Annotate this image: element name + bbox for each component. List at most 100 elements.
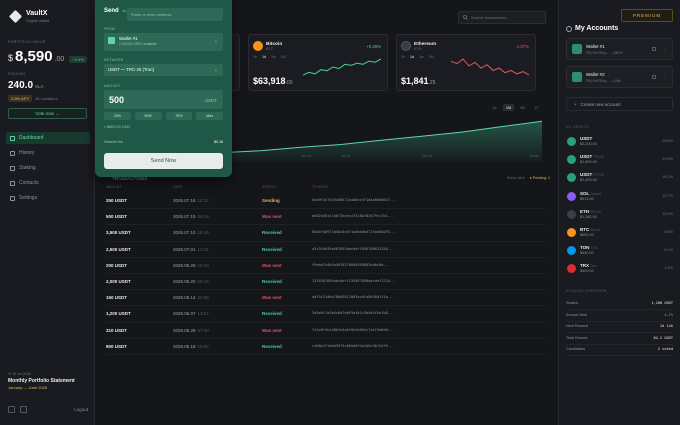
- asset-symbol: USDTERC20: [580, 172, 605, 178]
- tab-1h[interactable]: 1h: [401, 55, 405, 59]
- tab-1w[interactable]: 1w: [419, 55, 424, 59]
- tab-range-1m[interactable]: 1M: [503, 104, 514, 111]
- more-icon[interactable]: ⋮: [662, 74, 667, 80]
- asset-network: ERC20: [593, 173, 605, 178]
- sidebar-item-contacts[interactable]: Contacts: [6, 177, 90, 189]
- copy-icon[interactable]: [652, 47, 656, 51]
- asset-row[interactable]: ETHERC20 $1,382.00 15.9%: [566, 208, 673, 222]
- asset-network: Solana: [590, 191, 601, 196]
- amount-input[interactable]: 500 USDT: [104, 90, 223, 109]
- expand-icon[interactable]: [20, 406, 27, 413]
- send-icon[interactable]: [8, 406, 15, 413]
- card-ethereum[interactable]: Ethereum ETH -1.07% 1h 1d 1w 1M $1,841.25: [396, 34, 536, 91]
- create-account-button[interactable]: + Create new account: [566, 97, 673, 111]
- network-select[interactable]: USDT — TRC-20 (Tron) ⌄: [104, 64, 223, 76]
- recipient-address-input[interactable]: Paste or enter address: [127, 8, 223, 21]
- send-now-button[interactable]: Send Now: [104, 153, 223, 169]
- table-row[interactable]: 200 USDT 2026.06.29 16:33 Was sent f9ebd7c0b…: [106, 258, 546, 274]
- tx-time: 19:05: [197, 343, 209, 349]
- asset-row[interactable]: USDT $2,200.00 28.6%: [566, 135, 673, 149]
- tab-range-1w[interactable]: 1w: [489, 104, 500, 111]
- col-date: DATE: [173, 185, 183, 189]
- asset-row[interactable]: TRXTron $400.00 4.6%: [566, 262, 673, 276]
- col-status: STATUS: [262, 185, 276, 189]
- tx-time: 18:45: [197, 230, 209, 236]
- tx-amount: 2,000 USDT: [106, 278, 131, 284]
- wallet-icon: [108, 37, 115, 44]
- tx-pending[interactable]: ● Pending: 1: [530, 176, 550, 180]
- sidebar-item-staking[interactable]: Staking: [6, 162, 90, 174]
- copy-icon[interactable]: [652, 75, 656, 79]
- ethereum-sparkline: [451, 58, 529, 76]
- table-row[interactable]: 500 USDT 2026.07.15 09:18 Was sent de02a561c…: [106, 209, 546, 226]
- tx-hash[interactable]: a3c3f6b39e607892abcdef1056708812348...: [312, 247, 394, 251]
- premium-badge[interactable]: PREMIUM: [621, 9, 673, 22]
- table-row[interactable]: 800 USDT 2026.05.18 19:05 Received c4b8e2f1a…: [106, 339, 546, 355]
- apy-badge: 3.8% APY: [8, 95, 33, 102]
- logout-button[interactable]: Logout: [74, 407, 88, 412]
- tx-hash[interactable]: 0b5bfa0973d5bc0c5f1a4be0b4723ae85093...: [312, 230, 396, 234]
- tx-time: 09:18: [197, 214, 209, 220]
- sidebar-item-settings[interactable]: Settings: [6, 192, 90, 204]
- table-row[interactable]: 3,500 USDT 2026.07.10 18:45 Received 0b5bfa0…: [106, 225, 546, 242]
- card-bitcoin[interactable]: Bitcoin BTC +0.26% 1h 1d 1w 1M $63,918.00: [248, 34, 388, 91]
- table-row[interactable]: 2,500 USDT 2026.07.01 11:02 Received a3c3f6b…: [106, 242, 546, 258]
- tx-hash[interactable]: f9ebd7c0b5a4018270040369883bdbc0a...: [312, 263, 390, 267]
- tab-1h[interactable]: 1h: [253, 55, 257, 59]
- table-row[interactable]: 2,000 USDT 2026.06.20 08:14 Received 1234567…: [106, 274, 546, 291]
- sol-icon: [567, 191, 576, 201]
- statement-card[interactable]: ✦ 16 Jul 2026 Monthly Portfolio Statemen…: [8, 372, 75, 390]
- tx-hash[interactable]: a0f3c21d0e70b05612003ac0fe9d3081f1a...: [312, 295, 394, 299]
- account-card[interactable]: Wallet #1 TNjfhK7NXg...yDMJe ⋮: [566, 38, 673, 60]
- timeframe-tabs: 1h 1d 1w 1M: [401, 55, 434, 59]
- asset-row[interactable]: BTCBitcoin $650.00 8.6%: [566, 226, 673, 240]
- percent-25-button[interactable]: 25%: [104, 112, 131, 120]
- usdt-icon: [567, 155, 576, 165]
- tx-hash[interactable]: de02a561c1a672beeca7518b783d79cc7b1...: [312, 214, 394, 218]
- sidebar-item-dashboard[interactable]: Dashboard: [6, 132, 90, 144]
- coin-price: $63,918.00: [253, 76, 293, 86]
- tab-1d[interactable]: 1d: [410, 55, 414, 59]
- percent-75-button[interactable]: 75%: [165, 112, 193, 120]
- vote-button[interactable]: Vote now →: [8, 108, 87, 119]
- tx-hash[interactable]: 1234567890abcdef1234567890abcdef1234...: [312, 279, 396, 283]
- tx-hash[interactable]: 7c2a9f4e1d8b3c6a5f0e2d9b4c7a1f3e6d8...: [312, 328, 394, 332]
- wallet-icon: [572, 72, 582, 82]
- account-card[interactable]: Wallet #2 TNjfhK7NXg...u2Ne ⋮: [566, 66, 673, 88]
- tx-date: 2026.07.10 18:45: [173, 230, 209, 236]
- tx-hash[interactable]: c4b8e2f1a0d3974c6b5e8f2a1d0c3b7e4f9...: [312, 344, 394, 348]
- tx-hash[interactable]: 3d5e0f1a2b4c6d7e8f9a1b2c3d4e5f6a7b8...: [312, 311, 394, 315]
- tab-range-1y[interactable]: 1Y: [531, 104, 542, 111]
- tx-filter[interactable]: Show: All ▾: [507, 176, 525, 180]
- tab-1m[interactable]: 1M: [429, 55, 434, 59]
- percent-max-button[interactable]: Max: [196, 112, 223, 120]
- accounts-title-text: My Accounts: [575, 25, 619, 32]
- more-icon[interactable]: ⋮: [662, 46, 667, 52]
- asset-value: $2,200.00: [580, 142, 597, 146]
- tab-range-3m[interactable]: 3M: [517, 104, 528, 111]
- tab-1w[interactable]: 1w: [271, 55, 276, 59]
- sidebar-item-history[interactable]: History: [6, 147, 90, 159]
- asset-row[interactable]: SOLSolana $913.00 10.7%: [566, 190, 673, 204]
- tab-1d[interactable]: 1d: [262, 55, 266, 59]
- asset-symbol: USDTTRC20: [580, 154, 604, 160]
- percent-50-button[interactable]: 50%: [134, 112, 162, 120]
- tx-amount: 2,500 USDT: [106, 246, 131, 252]
- brand[interactable]: VaultX Crypto wallet: [8, 9, 49, 24]
- asset-row[interactable]: TONTON $440.00 5.1%: [566, 244, 673, 258]
- tab-1m[interactable]: 1M: [281, 55, 286, 59]
- asset-value: $440.00: [580, 251, 594, 256]
- asset-row[interactable]: USDTTRC20 $1,500.00 19.5%: [566, 153, 673, 167]
- tx-hash[interactable]: 0xb9f4c7d29c80472a4d0ec5f1d4a0e80647...: [312, 198, 396, 202]
- assets-title: MY ASSETS: [566, 125, 590, 129]
- table-row[interactable]: 150 USDT 2026.06.14 20:56 Was sent a0f3c21d0…: [106, 290, 546, 307]
- table-row[interactable]: 250 USDT 2026.07.16 14:22 Sending 0xb9f4c7d2…: [106, 193, 546, 210]
- table-row[interactable]: 1,200 USDT 2026.06.07 13:27 Received 3d5e0f1…: [106, 306, 546, 323]
- table-row[interactable]: 310 USDT 2026.05.28 07:40 Was sent 7c2a9f4e1…: [106, 323, 546, 339]
- from-wallet-select[interactable]: Wallet #1 2,200.00 USDT available ⌄: [104, 33, 223, 51]
- btc-icon: [567, 228, 576, 237]
- asset-row[interactable]: USDTERC20 $1,400.00 18.2%: [566, 171, 673, 185]
- search-placeholder: Search transactions...: [471, 15, 510, 20]
- search-input[interactable]: Search transactions...: [458, 11, 546, 24]
- asset-network: Bitcoin: [590, 228, 601, 232]
